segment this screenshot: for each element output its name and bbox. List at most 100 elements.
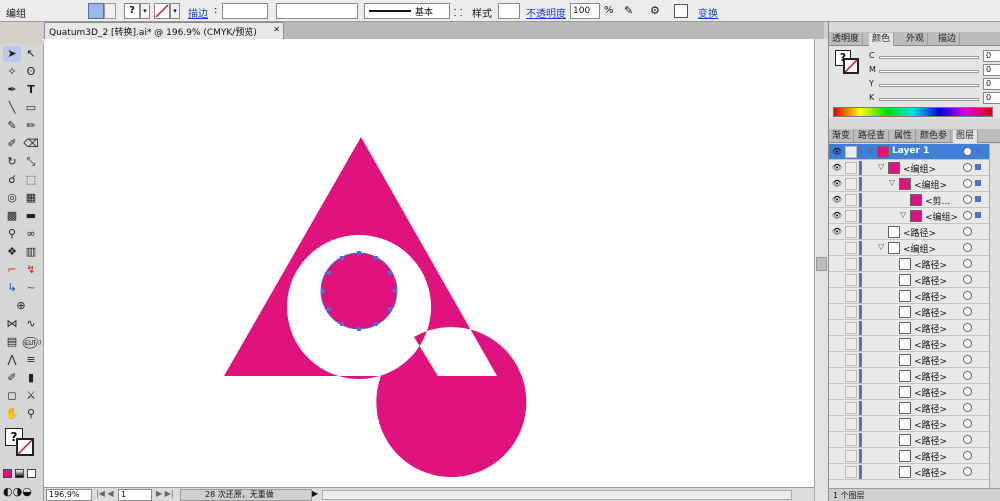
expand-triangle-icon[interactable]: ▽: [889, 178, 895, 187]
lock-toggle[interactable]: [845, 162, 857, 174]
stroke-color-box[interactable]: [16, 438, 34, 456]
undo-status[interactable]: 28 次还原，无重做: [180, 489, 312, 501]
stroke-dropdown[interactable]: ▾: [170, 3, 180, 19]
layers-scrollbar[interactable]: [989, 144, 1000, 488]
measure-icon[interactable]: ▮: [22, 370, 40, 386]
target-circle-icon[interactable]: [963, 243, 972, 252]
lasso-icon[interactable]: ʘ: [22, 64, 40, 80]
lock-toggle[interactable]: [845, 274, 857, 286]
crosshair-tool-icon[interactable]: ⊕: [12, 298, 30, 314]
layer-row[interactable]: <路径>: [829, 432, 989, 448]
visibility-eye-icon[interactable]: 👁: [831, 146, 843, 158]
pen-tool-icon[interactable]: ✒: [3, 82, 21, 98]
column-graph-icon[interactable]: ▤: [3, 334, 21, 350]
visibility-eye-icon[interactable]: 👁: [831, 178, 843, 190]
artboard-nav-first-icon[interactable]: |◀ ◀: [96, 489, 114, 498]
artboard-canvas[interactable]: [44, 39, 814, 487]
visibility-eye-icon[interactable]: [831, 466, 843, 478]
lock-toggle[interactable]: [845, 418, 857, 430]
target-circle-icon[interactable]: [963, 355, 972, 364]
target-circle-icon[interactable]: [963, 291, 972, 300]
target-circle-icon[interactable]: [963, 451, 972, 460]
lock-toggle[interactable]: [845, 402, 857, 414]
layer-row[interactable]: <路径>: [829, 272, 989, 288]
layer-row[interactable]: 👁 ▽ Layer 1: [829, 144, 989, 160]
target-circle-icon[interactable]: [963, 339, 972, 348]
target-circle-icon[interactable]: [963, 467, 972, 476]
tab-attributes[interactable]: 属性: [891, 130, 917, 143]
document-tab[interactable]: Quatum3D_2 [转换].ai* @ 196.9% (CMYK/预览) ✕: [44, 22, 284, 39]
layer-row[interactable]: 👁 ▽ <编组>: [829, 176, 989, 192]
selection-tool-icon[interactable]: ➤: [3, 46, 21, 62]
tab-pathfinder[interactable]: 路径查: [855, 130, 890, 143]
none-mode-icon[interactable]: [27, 469, 36, 478]
close-icon[interactable]: ✕: [273, 25, 280, 34]
expand-triangle-icon[interactable]: ▽: [867, 146, 873, 155]
twirl-icon[interactable]: ௵: [22, 334, 41, 350]
lock-toggle[interactable]: [845, 434, 857, 446]
lock-toggle[interactable]: [845, 178, 857, 190]
zigzag-icon[interactable]: ⋀: [3, 352, 21, 368]
scroll-thumb[interactable]: [816, 257, 827, 271]
opacity-input[interactable]: 100: [570, 3, 600, 19]
opacity-link[interactable]: 不透明度: [526, 5, 566, 20]
tab-color-guide[interactable]: 颜色参: [917, 130, 952, 143]
visibility-eye-icon[interactable]: [831, 418, 843, 430]
layer-row[interactable]: <路径>: [829, 256, 989, 272]
layer-row[interactable]: 👁 ▽ <编组>: [829, 160, 989, 176]
visibility-eye-icon[interactable]: [831, 434, 843, 446]
tab-appearance[interactable]: 外观: [903, 33, 929, 46]
hand-tool-icon[interactable]: ✋: [3, 406, 21, 422]
layer-row[interactable]: <路径>: [829, 336, 989, 352]
perspective-grid-icon[interactable]: ▦: [22, 190, 40, 206]
color-mode-icon[interactable]: [3, 469, 12, 478]
target-circle-icon[interactable]: [963, 163, 972, 172]
wave-icon[interactable]: ∿: [22, 316, 40, 332]
free-transform-icon[interactable]: ⬚: [22, 172, 40, 188]
magic-wand-icon[interactable]: ✧: [3, 64, 21, 80]
layer-row[interactable]: ▽ <编组>: [829, 240, 989, 256]
crop-icon[interactable]: ◻: [3, 388, 21, 404]
lock-toggle[interactable]: [845, 450, 857, 462]
target-circle-icon[interactable]: [963, 227, 972, 236]
visibility-eye-icon[interactable]: [831, 322, 843, 334]
rectangle-tool-icon[interactable]: ▭: [22, 100, 40, 116]
lock-toggle[interactable]: [845, 386, 857, 398]
lock-toggle[interactable]: [845, 226, 857, 238]
visibility-eye-icon[interactable]: 👁: [831, 162, 843, 174]
target-circle-icon[interactable]: [963, 275, 972, 284]
layer-row[interactable]: 👁 <剪...: [829, 192, 989, 208]
eraser-icon[interactable]: ⌫: [22, 136, 40, 152]
type-tool-icon[interactable]: T: [22, 82, 40, 98]
lock-toggle[interactable]: [845, 354, 857, 366]
layer-row[interactable]: <路径>: [829, 352, 989, 368]
mesh-tool-icon[interactable]: ▩: [3, 208, 21, 224]
lock-toggle[interactable]: [845, 290, 857, 302]
gear-icon[interactable]: ⚙: [650, 4, 660, 17]
warp-tool-icon[interactable]: ☌: [3, 172, 21, 188]
target-circle-icon[interactable]: [963, 387, 972, 396]
visibility-eye-icon[interactable]: 👁: [831, 210, 843, 222]
target-circle-icon[interactable]: [963, 435, 972, 444]
target-circle-icon[interactable]: [963, 403, 972, 412]
layer-row[interactable]: <路径>: [829, 464, 989, 480]
target-circle-icon[interactable]: [963, 323, 972, 332]
layer-row[interactable]: <路径>: [829, 448, 989, 464]
lock-toggle[interactable]: [845, 322, 857, 334]
tab-color[interactable]: 颜色: [869, 33, 895, 46]
lock-toggle[interactable]: [845, 466, 857, 478]
reshape-tool-icon[interactable]: ~: [22, 280, 40, 296]
tab-gradient[interactable]: 渐变: [829, 130, 855, 143]
layer-row[interactable]: <路径>: [829, 416, 989, 432]
lock-toggle[interactable]: [845, 242, 857, 254]
layer-row[interactable]: 👁 ▽ <编组>: [829, 208, 989, 224]
target-circle-icon[interactable]: [963, 259, 972, 268]
line-tool-icon[interactable]: ╲: [3, 100, 21, 116]
expand-triangle-icon[interactable]: ▽: [878, 162, 884, 171]
visibility-eye-icon[interactable]: [831, 290, 843, 302]
direct-selection-tool-icon[interactable]: ↖: [22, 46, 40, 62]
slice-tool-icon[interactable]: ↯: [22, 262, 40, 278]
blend-tool-icon[interactable]: ∞: [22, 226, 40, 242]
fill-swatch[interactable]: ?: [124, 3, 140, 19]
target-circle-icon[interactable]: [963, 195, 972, 204]
